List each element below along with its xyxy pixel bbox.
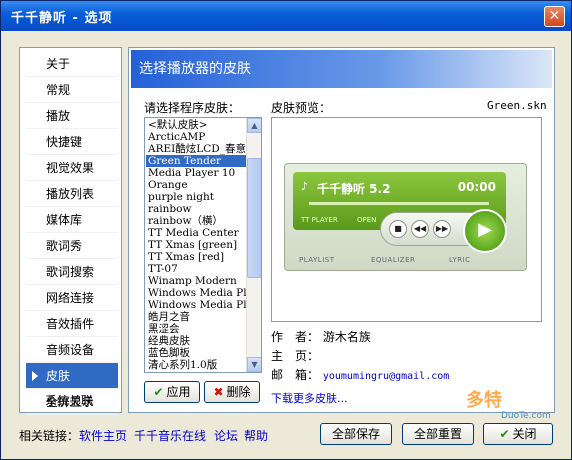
listbox-scrollbar[interactable]: ▲ ▼ — [246, 118, 261, 372]
list-item[interactable]: AREI酷炫LCD_春意 — [146, 143, 247, 155]
delete-button[interactable]: ✖ 删除 — [204, 381, 260, 403]
sidebar-item-hotkeys[interactable]: 快捷键 — [26, 129, 118, 155]
list-item[interactable]: Windows Media Pl — [146, 287, 247, 299]
player-open: OPEN — [357, 216, 377, 224]
list-item[interactable]: purple night — [146, 191, 247, 203]
preview-label: 皮肤预览： — [271, 101, 332, 115]
email-link[interactable]: youmumingru@gmail.com — [323, 371, 449, 382]
sidebar-item-playback[interactable]: 播放 — [26, 103, 118, 129]
play-icon: ▶ — [463, 209, 507, 253]
sidebar-item-lyrics-search[interactable]: 歌词搜索 — [26, 259, 118, 285]
sidebar-item-skin[interactable]: 皮肤 — [26, 363, 118, 389]
selected-arrow-icon — [32, 371, 38, 381]
list-item[interactable]: 清心系列1.0版 — [146, 359, 247, 371]
preview-filename: Green.skn — [487, 99, 547, 112]
player-tab-equalizer: EQUALIZER — [371, 256, 416, 264]
player-tab-playlist: PLAYLIST — [299, 256, 335, 264]
player-title: 千千静听 5.2 — [317, 182, 391, 196]
check-icon: ✔ — [153, 385, 164, 399]
sidebar-item-general[interactable]: 常规 — [26, 77, 118, 103]
list-item[interactable]: Windows Media Pl — [146, 299, 247, 311]
list-item[interactable]: 黑涩会 — [146, 323, 247, 335]
sidebar-item-playlist[interactable]: 播放列表 — [26, 181, 118, 207]
sidebar-item-label: 皮肤 — [46, 369, 71, 383]
x-icon: ✖ — [213, 385, 224, 399]
link-help[interactable]: 帮助 — [244, 427, 268, 444]
title-bar[interactable]: 千千静听 - 选项 ✕ — [1, 1, 571, 31]
stop-icon: ■ — [389, 220, 407, 238]
sidebar-item-audio-device[interactable]: 音频设备 — [26, 337, 118, 363]
author-value: 游木名族 — [322, 330, 371, 344]
sidebar-item-visual[interactable]: 视觉效果 — [26, 155, 118, 181]
preview-player-image: ♪ 千千静听 5.2 00:00 TT PLAYER OPEN ■ ◀◀ ▶▶ … — [284, 163, 527, 271]
more-skins-link[interactable]: 下载更多皮肤... — [271, 390, 348, 406]
apply-button-label: 应用 — [166, 385, 191, 399]
close-icon[interactable]: ✕ — [544, 6, 565, 27]
sidebar-item-network[interactable]: 网络连接 — [26, 285, 118, 311]
music-note-icon: ♪ — [301, 180, 309, 193]
link-homepage[interactable]: 软件主页 — [79, 427, 127, 444]
email-row: 邮 箱： youmumingru@gmail.com — [271, 366, 449, 383]
player-brand: TT PLAYER — [301, 216, 338, 224]
sidebar-item-about[interactable]: 关于 — [26, 51, 118, 77]
sidebar-item-lyrics-show[interactable]: 歌词秀 — [26, 233, 118, 259]
list-item[interactable]: <默认皮肤> — [146, 119, 247, 131]
list-item[interactable]: Media Player 10 — [146, 167, 247, 179]
list-item[interactable]: TT Media Center — [146, 227, 247, 239]
homepage-row: 主 页： — [271, 347, 319, 364]
email-label: 邮 箱： — [271, 368, 320, 382]
sidebar-item-file-assoc[interactable]: 系统关联 — [25, 388, 117, 414]
prev-icon: ◀◀ — [411, 220, 429, 238]
apply-button[interactable]: ✔ 应用 — [144, 381, 200, 403]
homepage-label: 主 页： — [271, 349, 320, 363]
list-item[interactable]: Green Tender — [146, 155, 247, 167]
list-item[interactable]: TT-07 — [146, 263, 247, 275]
next-icon: ▶▶ — [433, 220, 451, 238]
player-tabs: PLAYLIST EQUALIZER LYRIC — [289, 254, 524, 268]
author-label: 作 者： — [271, 330, 320, 344]
list-item[interactable]: TT Xmas [red] — [146, 251, 247, 263]
skins-label: 请选择程序皮肤： — [144, 101, 241, 115]
list-item[interactable]: 经典皮肤 — [146, 335, 247, 347]
watermark-text: 多特 — [466, 390, 502, 411]
link-forum[interactable]: 论坛 — [214, 427, 238, 444]
scroll-down-icon[interactable]: ▼ — [247, 357, 261, 372]
list-item[interactable]: Winamp Modern — [146, 275, 247, 287]
player-seek-bar — [309, 202, 489, 205]
list-item[interactable]: Orange — [146, 179, 247, 191]
list-item[interactable]: TT Xmas [green] — [146, 239, 247, 251]
author-row: 作 者： 游木名族 — [271, 328, 371, 345]
save-all-button[interactable]: 全部保存 — [320, 423, 392, 445]
list-item[interactable]: ArcticAMP — [146, 131, 247, 143]
window-title: 千千静听 - 选项 — [11, 11, 113, 26]
player-tab-lyric: LYRIC — [449, 256, 471, 264]
link-music-online[interactable]: 千千音乐在线 — [134, 427, 206, 444]
player-time: 00:00 — [457, 180, 496, 194]
list-item[interactable]: rainbow — [146, 203, 247, 215]
category-list[interactable]: 关于 常规 播放 快捷键 视觉效果 播放列表 媒体库 歌词秀 歌词搜索 网络连接… — [19, 47, 122, 415]
sidebar-item-library[interactable]: 媒体库 — [26, 207, 118, 233]
sidebar-item-effects[interactable]: 音效插件 — [26, 311, 118, 337]
reset-all-button[interactable]: 全部重置 — [402, 423, 474, 445]
list-item[interactable]: rainbow（横） — [146, 215, 247, 227]
skin-listbox[interactable]: <默认皮肤> ArcticAMP AREI酷炫LCD_春意 Green Tend… — [144, 117, 262, 373]
options-window: 千千静听 - 选项 ✕ 关于 常规 播放 快捷键 视觉效果 播放列表 媒体库 歌… — [0, 0, 572, 460]
watermark-sub: DuoTe.com — [501, 411, 551, 421]
related-links-label: 相关链接： — [19, 429, 80, 443]
delete-button-label: 删除 — [226, 385, 251, 399]
scroll-thumb[interactable] — [247, 158, 261, 278]
list-item[interactable]: 皓月之音 — [146, 311, 247, 323]
panel-header: 选择播放器的皮肤 — [131, 50, 552, 88]
scroll-up-icon[interactable]: ▲ — [247, 118, 261, 133]
list-item[interactable]: 蓝色脚板 — [146, 347, 247, 359]
